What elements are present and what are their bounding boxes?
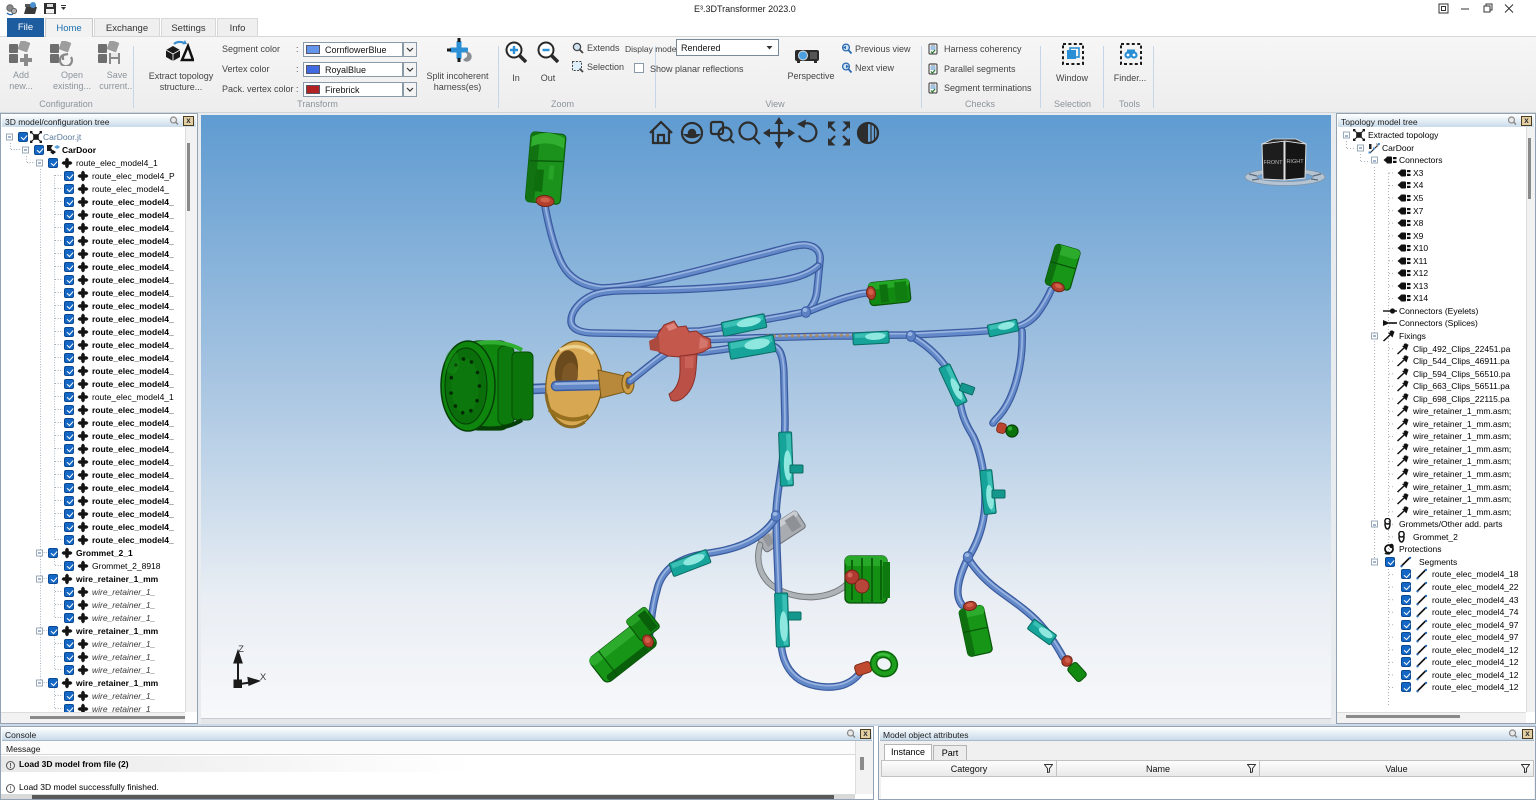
svg-text:RIGHT: RIGHT [1286,159,1304,165]
svg-text:Z: Z [238,644,244,655]
svg-text:FRONT: FRONT [1264,160,1284,166]
svg-text:X: X [260,672,267,683]
